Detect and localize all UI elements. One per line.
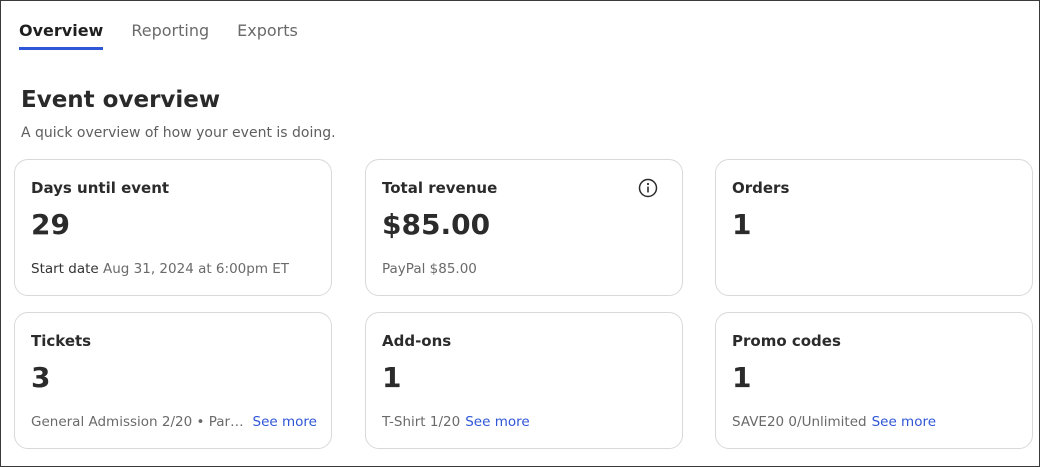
see-more-tickets-link[interactable]: See more — [253, 414, 317, 430]
see-more-addons-link[interactable]: See more — [465, 414, 529, 430]
card-value: 1 — [382, 361, 402, 394]
card-detail: PayPal $85.00 — [382, 261, 668, 277]
card-label: Promo codes — [732, 332, 841, 350]
addons-breakdown: T-Shirt 1/20 — [382, 414, 461, 430]
app-frame: Overview Reporting Exports Event overvie… — [0, 0, 1040, 467]
card-label: Add-ons — [382, 332, 452, 350]
tab-exports[interactable]: Exports — [237, 21, 298, 50]
card-detail: General Admission 2/20 • Parking 1/10 Se… — [31, 414, 317, 430]
tab-overview[interactable]: Overview — [19, 21, 104, 50]
card-detail: SAVE20 0/Unlimited See more — [732, 414, 1018, 430]
card-detail: Start date Aug 31, 2024 at 6:00pm ET — [31, 261, 317, 277]
start-date-label: Start date — [31, 261, 99, 277]
card-days-until-event: Days until event 29 Start date Aug 31, 2… — [14, 159, 332, 296]
card-label: Tickets — [31, 332, 92, 350]
start-date-value: Aug 31, 2024 at 6:00pm ET — [103, 261, 290, 277]
card-add-ons: Add-ons 1 T-Shirt 1/20 See more — [365, 312, 683, 449]
tab-bar: Overview Reporting Exports — [19, 21, 326, 51]
card-orders: Orders 1 — [715, 159, 1033, 296]
card-value: $85.00 — [382, 208, 491, 241]
card-tickets: Tickets 3 General Admission 2/20 • Parki… — [14, 312, 332, 449]
card-label: Days until event — [31, 179, 170, 197]
card-total-revenue: Total revenue $85.00 PayPal $85.00 — [365, 159, 683, 296]
page-title: Event overview — [21, 87, 221, 113]
card-value: 3 — [31, 361, 51, 394]
page-subtitle: A quick overview of how your event is do… — [21, 125, 336, 141]
promo-breakdown: SAVE20 0/Unlimited — [732, 414, 867, 430]
tickets-breakdown: General Admission 2/20 • Parking 1/10 — [31, 414, 248, 430]
see-more-promo-link[interactable]: See more — [872, 414, 936, 430]
card-promo-codes: Promo codes 1 SAVE20 0/Unlimited See mor… — [715, 312, 1033, 449]
card-detail: T-Shirt 1/20 See more — [382, 414, 668, 430]
tab-reporting[interactable]: Reporting — [131, 21, 209, 50]
card-value: 1 — [732, 361, 752, 394]
card-value: 29 — [31, 208, 70, 241]
card-label: Total revenue — [382, 179, 498, 197]
info-icon[interactable] — [638, 178, 658, 198]
card-label: Orders — [732, 179, 790, 197]
revenue-breakdown: PayPal $85.00 — [382, 261, 477, 277]
card-value: 1 — [732, 208, 752, 241]
